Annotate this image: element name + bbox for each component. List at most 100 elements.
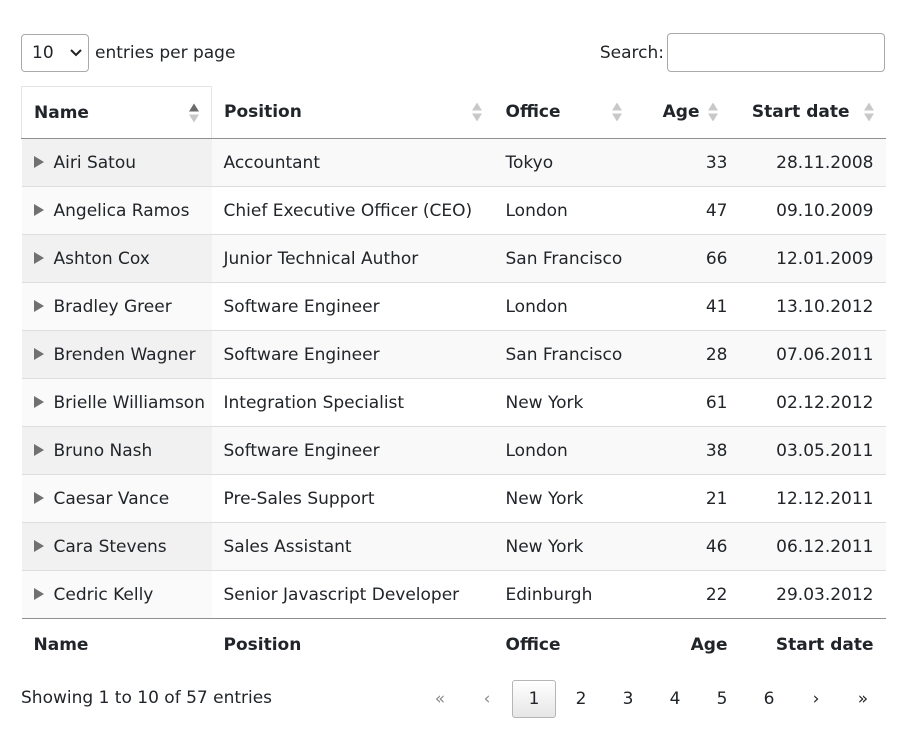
cell-name[interactable]: Bradley Greer bbox=[21, 282, 212, 331]
page-button[interactable]: 5 bbox=[700, 680, 744, 718]
cell-office: New York bbox=[493, 378, 634, 427]
entries-per-page-select[interactable]: 10 bbox=[21, 34, 89, 72]
cell-name[interactable]: Airi Satou bbox=[21, 138, 212, 187]
cell-office: London bbox=[493, 186, 634, 235]
cell-name[interactable]: Ashton Cox bbox=[21, 234, 212, 283]
chevron-down-icon bbox=[70, 47, 82, 59]
table-row[interactable]: Airi Satou Accountant Tokyo 33 28.11.200… bbox=[21, 138, 886, 187]
column-header-name[interactable]: Name bbox=[21, 86, 212, 139]
footer-header-position: Position bbox=[223, 634, 302, 655]
expand-row-icon[interactable] bbox=[33, 251, 44, 264]
expand-row-icon[interactable] bbox=[33, 299, 44, 312]
cell-name-text: Brielle Williamson bbox=[53, 392, 205, 413]
last-page-button[interactable]: » bbox=[841, 680, 885, 718]
cell-age: 22 bbox=[633, 570, 740, 619]
cell-age: 33 bbox=[633, 138, 740, 187]
cell-start-date: 28.11.2008 bbox=[739, 138, 886, 187]
cell-position: Senior Javascript Developer bbox=[211, 570, 494, 619]
pagination: « ‹ 1 2 3 4 5 6 › » bbox=[415, 679, 885, 718]
cell-name[interactable]: Brenden Wagner bbox=[21, 330, 212, 379]
cell-name[interactable]: Cedric Kelly bbox=[21, 570, 212, 619]
cell-start-date: 13.10.2012 bbox=[739, 282, 886, 331]
datatable-widget: 10 entries per page Search: Name Positio… bbox=[0, 0, 900, 745]
next-page-button[interactable]: › bbox=[794, 680, 838, 718]
cell-name-text: Angelica Ramos bbox=[53, 200, 190, 221]
table-info: Showing 1 to 10 of 57 entries bbox=[21, 688, 273, 708]
cell-position: Junior Technical Author bbox=[211, 234, 494, 283]
page-button[interactable]: 3 bbox=[606, 680, 650, 718]
table-row[interactable]: Bruno Nash Software Engineer London 38 0… bbox=[21, 426, 886, 475]
previous-page-button[interactable]: ‹ bbox=[465, 680, 509, 718]
expand-row-icon[interactable] bbox=[33, 155, 44, 168]
cell-start-date: 07.06.2011 bbox=[739, 330, 886, 379]
cell-age: 41 bbox=[633, 282, 740, 331]
entries-per-page-label: entries per page bbox=[95, 43, 236, 63]
cell-position: Integration Specialist bbox=[211, 378, 494, 427]
cell-name[interactable]: Brielle Williamson bbox=[21, 378, 212, 427]
footer-header-name: Name bbox=[33, 634, 89, 655]
column-header-label: Start date bbox=[751, 102, 850, 123]
cell-age: 66 bbox=[633, 234, 740, 283]
table-row[interactable]: Ashton Cox Junior Technical Author San F… bbox=[21, 234, 886, 283]
cell-age: 38 bbox=[633, 426, 740, 475]
employees-table: Name Position Office Age Start date Airi… bbox=[21, 86, 886, 671]
sort-icon bbox=[707, 102, 718, 122]
cell-position: Pre-Sales Support bbox=[211, 474, 494, 523]
cell-office: Tokyo bbox=[493, 138, 634, 187]
sort-ascending-icon bbox=[189, 103, 199, 122]
cell-name-text: Caesar Vance bbox=[53, 488, 170, 509]
column-header-start-date[interactable]: Start date bbox=[739, 86, 886, 139]
column-header-age[interactable]: Age bbox=[633, 86, 740, 139]
column-header-label: Age bbox=[662, 102, 700, 123]
cell-name[interactable]: Caesar Vance bbox=[21, 474, 212, 523]
footer-header-age: Age bbox=[690, 634, 728, 655]
cell-position: Software Engineer bbox=[211, 426, 494, 475]
table-row[interactable]: Brenden Wagner Software Engineer San Fra… bbox=[21, 330, 886, 379]
table-row[interactable]: Caesar Vance Pre-Sales Support New York … bbox=[21, 474, 886, 523]
search-label: Search: bbox=[599, 42, 664, 63]
cell-name-text: Bradley Greer bbox=[53, 296, 172, 317]
expand-row-icon[interactable] bbox=[33, 587, 44, 600]
cell-office: Edinburgh bbox=[493, 570, 634, 619]
cell-start-date: 29.03.2012 bbox=[739, 570, 886, 619]
cell-office: New York bbox=[493, 474, 634, 523]
cell-name-text: Brenden Wagner bbox=[53, 344, 196, 365]
first-page-button[interactable]: « bbox=[418, 680, 462, 718]
column-header-label: Name bbox=[34, 102, 89, 123]
page-button[interactable]: 6 bbox=[747, 680, 791, 718]
cell-name[interactable]: Cara Stevens bbox=[21, 522, 212, 571]
cell-position: Chief Executive Officer (CEO) bbox=[211, 186, 494, 235]
column-header-office[interactable]: Office bbox=[493, 86, 634, 139]
cell-name-text: Ashton Cox bbox=[53, 248, 150, 269]
expand-row-icon[interactable] bbox=[33, 203, 44, 216]
table-row[interactable]: Bradley Greer Software Engineer London 4… bbox=[21, 282, 886, 331]
table-row[interactable]: Angelica Ramos Chief Executive Officer (… bbox=[21, 186, 886, 235]
cell-name[interactable]: Angelica Ramos bbox=[21, 186, 212, 235]
cell-start-date: 03.05.2011 bbox=[739, 426, 886, 475]
expand-row-icon[interactable] bbox=[33, 347, 44, 360]
table-row[interactable]: Cedric Kelly Senior Javascript Developer… bbox=[21, 570, 886, 619]
page-button[interactable]: 2 bbox=[559, 680, 603, 718]
cell-position: Sales Assistant bbox=[211, 522, 494, 571]
cell-name[interactable]: Bruno Nash bbox=[21, 426, 212, 475]
cell-name-text: Cara Stevens bbox=[53, 536, 167, 557]
expand-row-icon[interactable] bbox=[33, 395, 44, 408]
cell-start-date: 09.10.2009 bbox=[739, 186, 886, 235]
column-header-position[interactable]: Position bbox=[211, 86, 494, 139]
expand-row-icon[interactable] bbox=[33, 443, 44, 456]
column-header-label: Position bbox=[224, 102, 302, 123]
search-input[interactable] bbox=[667, 33, 885, 72]
page-button-current[interactable]: 1 bbox=[512, 679, 556, 718]
table-row[interactable]: Brielle Williamson Integration Specialis… bbox=[21, 378, 886, 427]
footer-header-start-date: Start date bbox=[775, 634, 874, 655]
cell-position: Software Engineer bbox=[211, 330, 494, 379]
sort-icon bbox=[471, 102, 482, 122]
cell-start-date: 12.01.2009 bbox=[739, 234, 886, 283]
page-button[interactable]: 4 bbox=[653, 680, 697, 718]
entries-per-page-control: 10 entries per page bbox=[21, 34, 235, 72]
cell-age: 46 bbox=[633, 522, 740, 571]
expand-row-icon[interactable] bbox=[33, 539, 44, 552]
table-row[interactable]: Cara Stevens Sales Assistant New York 46… bbox=[21, 522, 886, 571]
expand-row-icon[interactable] bbox=[33, 491, 44, 504]
column-header-label: Office bbox=[505, 102, 561, 123]
